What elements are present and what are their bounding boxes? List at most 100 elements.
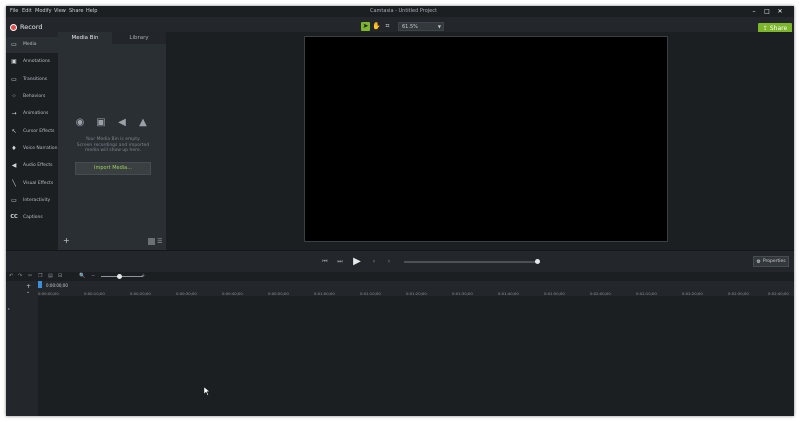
crop-tool-icon[interactable]: ⌗	[383, 22, 392, 31]
menu-modify[interactable]: Modify	[35, 8, 52, 14]
properties-label: Properties	[762, 259, 786, 264]
image-icon: ▲	[139, 117, 147, 128]
gear-icon: ⚙	[756, 258, 761, 265]
timeline-ruler[interactable]: 0:00:00;00 0:00:00;00 0:00:10;00 0:00:20…	[38, 281, 794, 297]
interactivity-icon: ▭	[11, 197, 17, 204]
cursor-effects-icon: ↖	[11, 128, 17, 135]
zoom-out-icon[interactable]: −	[91, 273, 95, 279]
playback-controls: ⏮ ⏭ ▶ ‹ › ⚙ Properties	[6, 250, 794, 274]
pan-tool-icon[interactable]: ✋	[372, 22, 381, 31]
record-screen-icon: ◉	[75, 117, 85, 128]
chevron-down-icon: ▼	[437, 24, 441, 29]
sidebar-item-label: Annotations	[23, 59, 51, 64]
transitions-icon: ▭	[11, 76, 17, 83]
video-preview-canvas[interactable]	[304, 36, 668, 242]
cut-icon[interactable]: ✂	[28, 273, 32, 279]
timeline-zoom-slider[interactable]	[101, 276, 143, 277]
menu-edit[interactable]: Edit	[22, 8, 32, 14]
playhead-time: 0:00:00;00	[46, 283, 68, 288]
track-header-column	[6, 296, 39, 416]
close-button[interactable]: ✕	[774, 6, 786, 17]
redo-icon[interactable]: ↷	[18, 273, 22, 279]
sidebar-item-animations[interactable]: → Animations	[6, 106, 58, 122]
microphone-icon: ♦	[11, 145, 17, 152]
maximize-button[interactable]: □	[761, 6, 773, 17]
sidebar-item-media[interactable]: ▭ Media	[6, 37, 58, 53]
sidebar-item-transitions[interactable]: ▭ Transitions	[6, 72, 58, 88]
add-icon[interactable]: +	[63, 236, 70, 245]
sidebar-item-voice-narration[interactable]: ♦ Voice Narration	[6, 141, 58, 157]
annotation-icon: ▣	[11, 58, 17, 65]
share-label: Share	[769, 25, 788, 32]
sidebar-item-cursor-effects[interactable]: ↖ Cursor Effects	[6, 124, 58, 140]
tab-media-bin[interactable]: Media Bin	[58, 32, 112, 44]
record-button[interactable]: Record	[10, 22, 42, 32]
sidebar-item-label: Voice Narration	[23, 146, 58, 151]
play-icon[interactable]: ▶	[351, 257, 363, 267]
zoom-value: 61.5%	[402, 24, 418, 30]
tab-library[interactable]: Library	[112, 32, 166, 44]
media-type-icons: ◉ ▣ ◀ ▲	[74, 117, 154, 129]
step-back-icon[interactable]: ‹	[369, 257, 379, 267]
media-bin-panel: Media Bin Library ◉ ▣ ◀ ▲ Your Media Bin…	[58, 32, 166, 250]
search-icon: 🔍	[79, 273, 86, 279]
menu-bar: File Edit Modify View Share Help Camtasi…	[6, 6, 794, 17]
paste-icon[interactable]: ▤	[48, 273, 53, 279]
split-icon[interactable]: ⊟	[58, 273, 62, 279]
window-title: Camtasia - Untitled Project	[370, 8, 437, 14]
minimize-button[interactable]: –	[748, 6, 760, 17]
zoom-select[interactable]: 61.5% ▼	[398, 22, 444, 31]
behaviors-icon: ⁘	[11, 93, 17, 100]
empty-message-line: media will show up here.	[84, 148, 142, 153]
sidebar-item-label: Interactivity	[23, 198, 51, 203]
sidebar-item-interactivity[interactable]: ▭ Interactivity	[6, 193, 58, 209]
track-controls-header: + ⌄	[6, 281, 38, 296]
mouse-cursor-icon	[204, 387, 210, 396]
copy-icon[interactable]: ❐	[38, 273, 42, 279]
select-tool-icon[interactable]: ➤	[361, 22, 370, 31]
sidebar-item-label: Animations	[23, 111, 49, 116]
previous-frame-icon[interactable]: ⏮	[320, 257, 330, 267]
media-icon: ▭	[11, 41, 17, 48]
sidebar-item-label: Transitions	[23, 77, 48, 82]
import-media-button[interactable]: Import Media...	[75, 162, 151, 175]
sidebar-item-captions[interactable]: CC Captions	[6, 210, 58, 226]
list-view-icon[interactable]: ☰	[157, 238, 162, 245]
track-expand-icon[interactable]: ▸	[8, 306, 10, 311]
timeline-zoom-handle[interactable]	[117, 274, 122, 279]
sidebar-item-label: Audio Effects	[23, 163, 53, 168]
timeline-tracks[interactable]	[38, 296, 794, 416]
next-frame-icon[interactable]: ⏭	[335, 257, 345, 267]
scrub-bar[interactable]	[404, 261, 540, 263]
properties-button[interactable]: ⚙ Properties	[753, 256, 789, 267]
speaker-icon: ◀	[11, 162, 17, 169]
animations-icon: →	[11, 110, 17, 117]
sidebar-item-behaviors[interactable]: ⁘ Behaviors	[6, 89, 58, 105]
scrub-handle[interactable]	[535, 259, 540, 264]
menu-view[interactable]: View	[54, 8, 66, 14]
menu-share[interactable]: Share	[69, 8, 83, 14]
sidebar-item-label: Behaviors	[23, 94, 46, 99]
menu-file[interactable]: File	[10, 8, 18, 14]
sidebar-item-label: Visual Effects	[23, 181, 54, 186]
step-forward-icon[interactable]: ›	[384, 257, 394, 267]
menu-help[interactable]: Help	[86, 8, 97, 14]
chevron-down-icon[interactable]: ⌄	[26, 289, 30, 295]
record-icon	[10, 23, 17, 31]
record-label: Record	[20, 23, 43, 31]
playhead[interactable]	[38, 281, 42, 288]
grid-view-icon[interactable]	[148, 238, 155, 245]
sidebar-item-audio-effects[interactable]: ◀ Audio Effects	[6, 158, 58, 174]
camtasia-window: File Edit Modify View Share Help Camtasi…	[6, 6, 794, 416]
undo-icon[interactable]: ↶	[9, 273, 13, 279]
sidebar-item-label: Cursor Effects	[23, 129, 55, 134]
audio-icon: ◀	[118, 117, 126, 128]
wand-icon: ╲	[12, 180, 16, 187]
sidebar-item-visual-effects[interactable]: ╲ Visual Effects	[6, 176, 58, 192]
sidebar-item-label: Captions	[23, 215, 43, 220]
media-bin-empty-message: Your Media Bin is empty. Screen recordin…	[70, 137, 156, 154]
captions-icon: CC	[10, 214, 18, 220]
video-icon: ▣	[96, 117, 106, 128]
sidebar-item-label: Media	[23, 42, 37, 47]
sidebar-item-annotations[interactable]: ▣ Annotations	[6, 54, 58, 70]
